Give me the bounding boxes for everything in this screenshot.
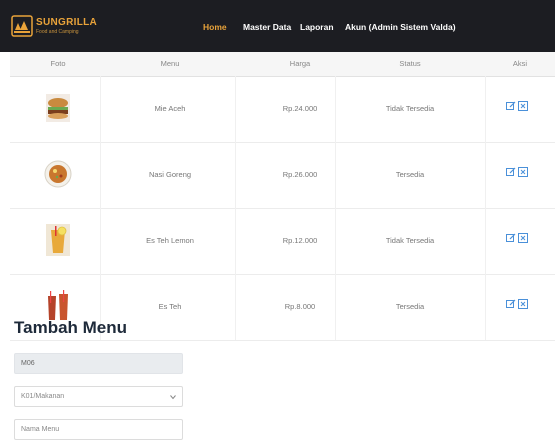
delete-icon[interactable] [518, 233, 528, 243]
menu-price: Rp.24.000 [282, 104, 318, 113]
nav-laporan[interactable]: Laporan [300, 22, 334, 32]
burger-icon [46, 94, 70, 122]
edit-icon[interactable] [506, 299, 516, 309]
menu-status: Tidak Tersedia [385, 104, 435, 113]
menu-price: Rp.8.000 [284, 302, 316, 311]
nav-home[interactable]: Home [203, 22, 227, 32]
menu-id-field[interactable]: M06 [14, 353, 183, 374]
edit-icon[interactable] [506, 167, 516, 177]
menu-status: Tersedia [395, 170, 425, 179]
header-foto: Foto [50, 59, 66, 68]
delete-icon[interactable] [518, 167, 528, 177]
menu-name: Es Teh [158, 302, 182, 311]
category-select[interactable]: K01/Makanan [14, 386, 183, 407]
row-actions [506, 101, 532, 113]
row-actions [506, 299, 532, 311]
category-select-value: K01/Makanan [21, 393, 65, 400]
brand-tagline: Food and Camping [36, 29, 79, 35]
navbar: SUNGRILLA Food and Camping Home Master D… [0, 0, 555, 52]
chevron-down-icon [170, 395, 176, 400]
nav-account[interactable]: Akun (Admin Sistem Valda) [345, 22, 456, 32]
delete-icon[interactable] [518, 299, 528, 309]
menu-name: Es Teh Lemon [146, 236, 194, 245]
header-menu: Menu [160, 59, 180, 68]
table-header: Foto Menu Harga Status Aksi [10, 52, 555, 77]
header-status: Status [399, 59, 421, 68]
row-actions [506, 167, 532, 179]
brand-logo[interactable]: SUNGRILLA Food and Camping [8, 12, 100, 40]
header-aksi: Aksi [512, 59, 528, 68]
lemon-tea-icon [46, 224, 70, 256]
table-row: Nasi Goreng Rp.26.000 Tersedia [10, 142, 555, 209]
menu-name: Mie Aceh [154, 104, 186, 113]
brand-name: SUNGRILLA [36, 17, 98, 28]
header-harga: Harga [289, 59, 311, 68]
fried-rice-icon [44, 160, 72, 188]
edit-icon[interactable] [506, 101, 516, 111]
menu-price: Rp.26.000 [282, 170, 318, 179]
edit-icon[interactable] [506, 233, 516, 243]
menu-price: Rp.12.000 [282, 236, 318, 245]
menu-status: Tersedia [395, 302, 425, 311]
table-row: Mie Aceh Rp.24.000 Tidak Tersedia [10, 76, 555, 143]
nav-master-data[interactable]: Master Data [243, 22, 291, 32]
menu-status: Tidak Tersedia [385, 236, 435, 245]
menu-name: Nasi Goreng [148, 170, 192, 179]
menu-name-field[interactable]: Nama Menu [14, 419, 183, 440]
row-actions [506, 233, 532, 245]
grill-logo-icon [11, 15, 33, 37]
delete-icon[interactable] [518, 101, 528, 111]
form-title: Tambah Menu [14, 318, 128, 337]
table-row: Es Teh Lemon Rp.12.000 Tidak Tersedia [10, 208, 555, 275]
